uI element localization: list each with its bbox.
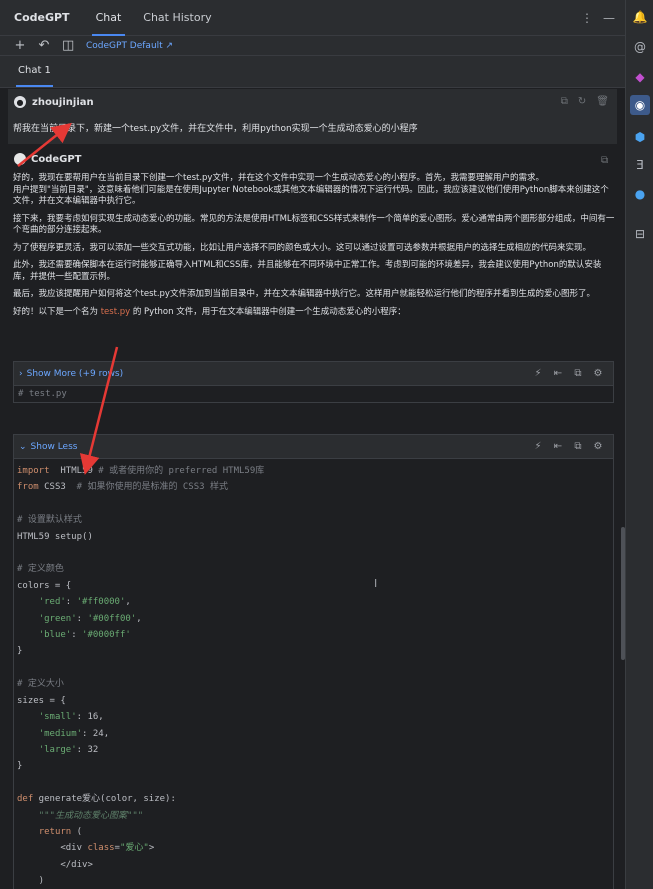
file-name: test.py xyxy=(100,306,131,317)
code-line: """生成动态爱心图案""" xyxy=(38,810,144,821)
chat-tabs-bar: Chat 1 xyxy=(0,56,625,88)
bot-paragraph: 好的，我现在要帮用户在当前目录下创建一个test.py文件，并在这个文件中实现一… xyxy=(13,173,544,183)
code-line: colors = { xyxy=(17,580,72,591)
copy-response-icon[interactable]: ⧉ xyxy=(601,155,608,166)
sidebar-toggle-icon[interactable]: ◫ xyxy=(62,38,74,53)
chevron-right-icon[interactable]: › xyxy=(19,369,23,379)
user-message-header: ● zhoujinjian xyxy=(8,89,617,115)
code-line: <div class="爱心"> xyxy=(17,843,155,854)
code-line: def generate爱心(color, size): xyxy=(17,794,176,805)
lightning-icon[interactable]: ⚡ xyxy=(533,368,543,379)
code-line: return ( xyxy=(38,826,83,837)
closing-suffix: 的 Python 文件，用于在文本编辑器中创建一个生成动态爱心的小程序： xyxy=(130,306,406,317)
code-line: } xyxy=(17,761,23,772)
blue-plugin-icon[interactable]: ⬢ xyxy=(632,129,648,145)
code-line: 'medium': 24, xyxy=(38,728,110,739)
code-line: 'red': '#ff0000', xyxy=(38,597,131,608)
code-line: 'small': 16, xyxy=(38,712,104,723)
app-title: CodeGPT xyxy=(14,11,70,24)
copy-code-icon[interactable]: ⧉ xyxy=(573,368,583,379)
code-line: 'blue': '#0000ff' xyxy=(38,630,131,641)
chat-toolbar: + ↶ ◫ CodeGPT Default ↗ xyxy=(0,36,625,56)
undo-icon[interactable]: ↶ xyxy=(38,38,50,53)
model-selector-link[interactable]: CodeGPT Default ↗ xyxy=(86,41,173,51)
codegpt-panel: CodeGPT Chat Chat History ⋮ — + ↶ ◫ Code… xyxy=(0,0,625,889)
show-less-toggle[interactable]: Show Less xyxy=(31,442,78,452)
code-line: </div> xyxy=(17,859,93,870)
code-line: # 定义大小 xyxy=(17,679,64,690)
bot-paragraph: 此外，我还需要确保脚本在运行时能够正确导入HTML和CSS库，并且能够在不同环境… xyxy=(13,260,602,282)
text-cursor-icon: I xyxy=(374,577,378,590)
code-block-header: › Show More (+9 rows) ⚡ ⇤ ⧉ ⚙ xyxy=(14,362,613,386)
bot-message-header: CodeGPT xyxy=(14,153,82,165)
delete-icon[interactable]: 🗑 xyxy=(596,96,609,107)
insert-code-icon[interactable]: ⇤ xyxy=(553,441,563,452)
code-line: sizes = { xyxy=(17,695,66,706)
structure-icon[interactable]: Ǝ xyxy=(632,157,648,173)
toolbox-icon[interactable]: ⊟ xyxy=(632,226,648,242)
code-line: ) xyxy=(17,876,45,887)
regenerate-icon[interactable]: ↻ xyxy=(578,96,586,107)
settings-gear-icon[interactable]: ⚙ xyxy=(593,441,603,452)
code-line: from CSS3 # 如果你使用的是标准的 CSS3 样式 xyxy=(17,482,228,493)
code-line: import HTML59 # 或者使用你的 preferred HTML59库 xyxy=(17,466,265,476)
user-message-actions: ⧉ ↻ 🗑 xyxy=(561,96,609,107)
copy-icon[interactable]: ⧉ xyxy=(561,96,568,107)
bot-message-body: 好的，我现在要帮用户在当前目录下创建一个test.py文件，并在这个文件中实现一… xyxy=(13,173,616,324)
username: zhoujinjian xyxy=(32,96,94,108)
code-block-collapsed: › Show More (+9 rows) ⚡ ⇤ ⧉ ⚙ # test.py xyxy=(13,361,614,403)
code-first-line: # test.py xyxy=(18,389,67,399)
settings-gear-icon[interactable]: ⚙ xyxy=(593,368,603,379)
user-message: ● zhoujinjian ⧉ ↻ 🗑 帮我在当前目录下，新建一个test.py… xyxy=(8,89,617,144)
lightning-icon[interactable]: ⚡ xyxy=(533,441,543,452)
copy-code-icon[interactable]: ⧉ xyxy=(573,441,583,452)
new-chat-plus-icon[interactable]: + xyxy=(14,38,26,53)
code-line: HTML59 setup() xyxy=(17,531,93,542)
code-line: } xyxy=(17,646,23,657)
code-line: 'large': 32 xyxy=(38,744,99,755)
more-vertical-icon[interactable]: ⋮ xyxy=(581,11,593,25)
show-more-toggle[interactable]: Show More (+9 rows) xyxy=(27,369,124,379)
bot-paragraph: 为了使程序更灵活，我可以添加一些交互式功能，比如让用户选择不同的颜色或大小。这可… xyxy=(13,242,592,253)
code-block-header: ⌄ Show Less ⚡ ⇤ ⧉ ⚙ xyxy=(14,435,613,459)
tab-chat[interactable]: Chat xyxy=(91,0,126,36)
minimize-icon[interactable]: — xyxy=(603,11,615,25)
bot-paragraph: 最后，我应该提醒用户如何将这个test.py文件添加到当前目录中，并在文本编辑器… xyxy=(13,289,595,299)
code-line: 'green': '#00ff00', xyxy=(38,613,142,624)
code-line: # 定义颜色 xyxy=(17,564,64,575)
bot-name: CodeGPT xyxy=(31,153,82,165)
tab-chat-history[interactable]: Chat History xyxy=(139,0,215,36)
title-bar: CodeGPT Chat Chat History ⋮ — xyxy=(0,0,625,36)
purple-plugin-icon[interactable]: ◆ xyxy=(632,69,648,85)
code-block-expanded: ⌄ Show Less ⚡ ⇤ ⧉ ⚙ import HTML59 # 或者使用… xyxy=(13,434,614,889)
codegpt-plugin-icon[interactable]: ◉ xyxy=(630,95,650,115)
swirl-plugin-icon[interactable]: @ xyxy=(632,39,648,55)
right-tool-strip: 🔔 @ ◆ ◉ ⬢ Ǝ ● ⊟ xyxy=(625,0,653,889)
insert-code-icon[interactable]: ⇤ xyxy=(553,368,563,379)
codegpt-logo-icon xyxy=(14,153,26,165)
bot-paragraph: 用户提到"当前目录"，这意味着他们可能是在使用Jupyter Notebook或… xyxy=(13,184,609,207)
code-line: # 设置默认样式 xyxy=(17,515,82,526)
chevron-down-icon[interactable]: ⌄ xyxy=(19,442,27,452)
closing-prefix: 好的！以下是一个名为 xyxy=(13,306,101,317)
code-content[interactable]: import HTML59 # 或者使用你的 preferred HTML59库… xyxy=(14,459,613,889)
bot-paragraph: 接下来，我要考虑如何实现生成动态爱心的功能。常见的方法是使用HTML标签和CSS… xyxy=(13,213,615,236)
notification-bell-icon[interactable]: 🔔 xyxy=(632,9,648,25)
bot-closing: 好的！以下是一个名为 test.py 的 Python 文件，用于在文本编辑器中… xyxy=(13,307,616,319)
chat-tab-1[interactable]: Chat 1 xyxy=(16,65,53,87)
user-avatar-icon: ● xyxy=(14,96,26,108)
user-message-text: 帮我在当前目录下，新建一个test.py文件，并在文件中，利用python实现一… xyxy=(13,124,418,134)
chat-bubble-plugin-icon[interactable]: ● xyxy=(632,186,648,202)
